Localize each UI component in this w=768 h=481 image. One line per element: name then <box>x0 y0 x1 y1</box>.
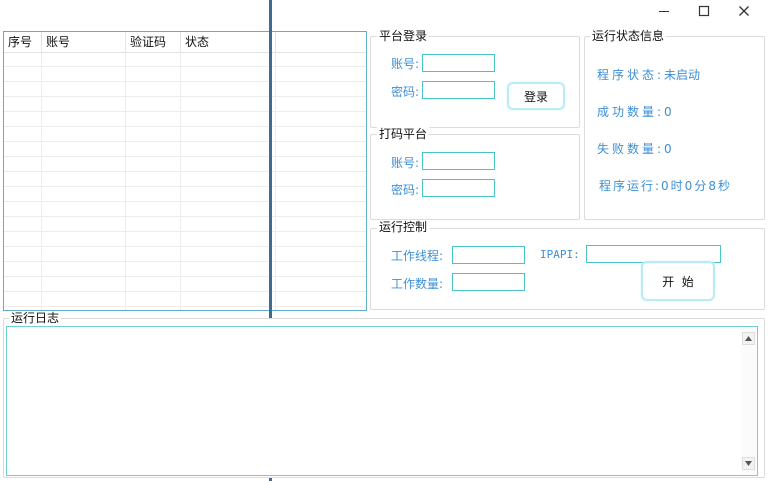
captcha-platform-title: 打码平台 <box>377 127 430 141</box>
program-status-label: 程序状态: <box>597 68 665 82</box>
close-button[interactable] <box>724 0 764 22</box>
table-row[interactable] <box>4 52 366 67</box>
column-header-status[interactable]: 状态 <box>181 32 276 52</box>
table-row[interactable] <box>4 142 366 157</box>
platform-account-input[interactable] <box>422 54 495 72</box>
scroll-down-icon <box>745 461 752 466</box>
platform-password-label: 密码: <box>391 85 420 99</box>
run-control-title: 运行控制 <box>377 220 430 234</box>
threads-input[interactable] <box>452 246 525 264</box>
fail-count-row: 失败数量:0 <box>597 142 672 156</box>
table-row[interactable] <box>4 112 366 127</box>
table-row[interactable] <box>4 157 366 172</box>
fail-count-label: 失败数量: <box>597 142 665 156</box>
success-count-label: 成功数量: <box>597 105 665 119</box>
platform-login-title: 平台登录 <box>377 29 430 43</box>
captcha-platform-group <box>370 134 580 220</box>
table-row[interactable] <box>4 172 366 187</box>
table-row[interactable] <box>4 187 366 202</box>
platform-account-label: 账号: <box>391 57 420 71</box>
table-row[interactable] <box>4 127 366 142</box>
column-header-index[interactable]: 序号 <box>4 32 42 52</box>
login-button[interactable]: 登录 <box>507 82 565 110</box>
table-row[interactable] <box>4 217 366 232</box>
success-count-value: 0 <box>664 105 672 119</box>
count-label: 工作数量: <box>391 277 444 291</box>
table-row[interactable] <box>4 277 366 292</box>
table-row[interactable] <box>4 232 366 247</box>
column-header-captcha[interactable]: 验证码 <box>126 32 181 52</box>
table-row[interactable] <box>4 82 366 97</box>
fail-count-value: 0 <box>664 142 672 156</box>
start-button[interactable]: 开 始 <box>641 261 715 301</box>
account-list-table[interactable]: 序号 账号 验证码 状态 <box>3 31 367 311</box>
captcha-account-label: 账号: <box>391 156 420 170</box>
minimize-button[interactable] <box>644 0 684 22</box>
program-status-row: 程序状态:未启动 <box>597 68 700 82</box>
table-body <box>4 52 366 310</box>
close-icon <box>739 6 749 16</box>
run-status-title: 运行状态信息 <box>590 29 667 43</box>
runtime-label: 程序运行: <box>599 179 662 193</box>
table-header: 序号 账号 验证码 状态 <box>4 32 366 53</box>
runtime-row: 程序运行:0时0分8秒 <box>599 179 732 193</box>
log-textarea[interactable] <box>6 326 758 476</box>
scroll-down-button[interactable] <box>742 457 755 470</box>
table-row[interactable] <box>4 202 366 217</box>
scroll-up-button[interactable] <box>742 332 755 345</box>
table-row[interactable] <box>4 247 366 262</box>
log-scrollbar[interactable] <box>741 327 757 475</box>
minimize-icon <box>659 11 669 12</box>
count-input[interactable] <box>452 273 525 291</box>
success-count-row: 成功数量:0 <box>597 105 672 119</box>
table-row[interactable] <box>4 292 366 307</box>
maximize-button[interactable] <box>684 0 724 22</box>
scroll-up-icon <box>745 336 752 341</box>
captcha-account-input[interactable] <box>422 152 495 170</box>
table-row[interactable] <box>4 67 366 82</box>
table-row[interactable] <box>4 97 366 112</box>
threads-label: 工作线程: <box>391 249 444 263</box>
platform-password-input[interactable] <box>422 81 495 99</box>
program-status-value: 未启动 <box>664 68 701 82</box>
run-log-title: 运行日志 <box>9 311 62 325</box>
maximize-icon <box>698 5 710 17</box>
column-header-account[interactable]: 账号 <box>42 32 126 52</box>
ipapi-label: IPAPI: <box>540 248 580 261</box>
captcha-password-label: 密码: <box>391 183 420 197</box>
runtime-value: 0时0分8秒 <box>661 179 732 193</box>
captcha-password-input[interactable] <box>422 179 495 197</box>
table-row[interactable] <box>4 262 366 277</box>
